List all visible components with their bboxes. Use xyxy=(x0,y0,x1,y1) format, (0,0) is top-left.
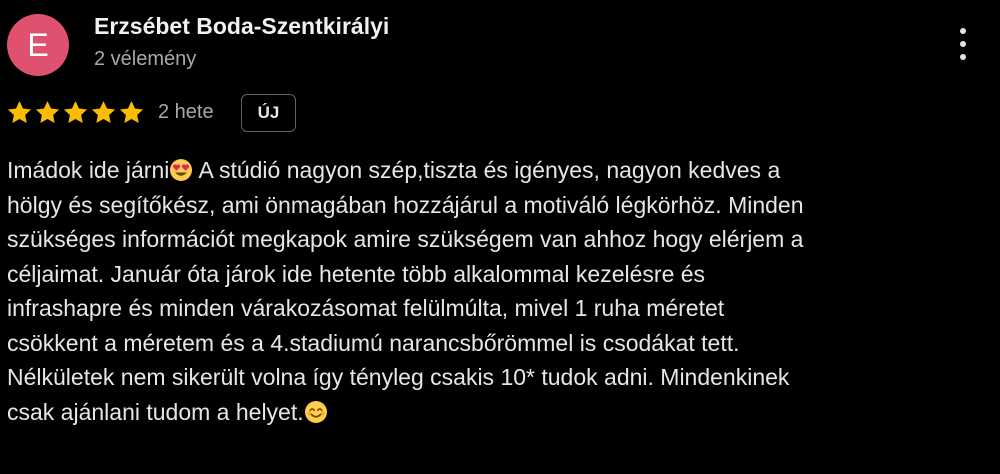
star-rating xyxy=(6,99,146,127)
more-vert-icon[interactable] xyxy=(946,22,980,66)
review-line-text: Imádok ide járni xyxy=(7,157,170,183)
review-line-text: szükséges információt megkapok amire szü… xyxy=(7,226,804,252)
reviewer-name[interactable]: Erzsébet Boda-Szentkirályi xyxy=(94,13,389,40)
avatar[interactable]: E xyxy=(7,14,69,76)
review-line-text: csökkent a méretem és a 4.stadiumú naran… xyxy=(7,329,740,356)
review-time: 2 hete xyxy=(158,101,214,123)
review-count: 2 vélemény xyxy=(94,48,197,70)
review-line: csak ajánlani tudom a helyet. xyxy=(7,395,992,430)
review-line: Imádok ide járni A stúdió nagyon szép,ti… xyxy=(7,153,992,188)
star-icon xyxy=(7,101,32,123)
review-line-text: infrashapre és minden várakozásomat felü… xyxy=(7,295,725,321)
star-icon xyxy=(35,101,60,123)
review-line: hölgy és segítőkész, ami önmagában hozzá… xyxy=(7,188,992,223)
review-line-text: Nélkületek nem sikerült volna így tényle… xyxy=(7,364,790,390)
review-text: Imádok ide járni A stúdió nagyon szép,ti… xyxy=(7,153,992,429)
review-line-text: A stúdió nagyon szép,tiszta és igényes, … xyxy=(193,157,781,183)
star-icon xyxy=(91,101,116,123)
review-line-text: hölgy és segítőkész, ami önmagában hozzá… xyxy=(7,191,804,218)
review-line: csökkent a méretem és a 4.stadiumú naran… xyxy=(7,326,992,361)
star-icon xyxy=(119,101,144,123)
smiling-emoji-icon xyxy=(304,400,327,423)
star-icon xyxy=(63,101,88,123)
review-line: szükséges információt megkapok amire szü… xyxy=(7,222,992,257)
review-line: infrashapre és minden várakozásomat felü… xyxy=(7,291,992,326)
review-line: céljaimat. Január óta járok ide hetente … xyxy=(7,257,992,292)
review-line-text: csak ajánlani tudom a helyet. xyxy=(7,398,304,425)
review-line: Nélkületek nem sikerült volna így tényle… xyxy=(7,360,992,395)
heart-eyes-emoji-icon xyxy=(170,159,193,181)
new-badge: ÚJ xyxy=(241,94,296,132)
review-line-text: céljaimat. Január óta járok ide hetente … xyxy=(7,260,706,287)
